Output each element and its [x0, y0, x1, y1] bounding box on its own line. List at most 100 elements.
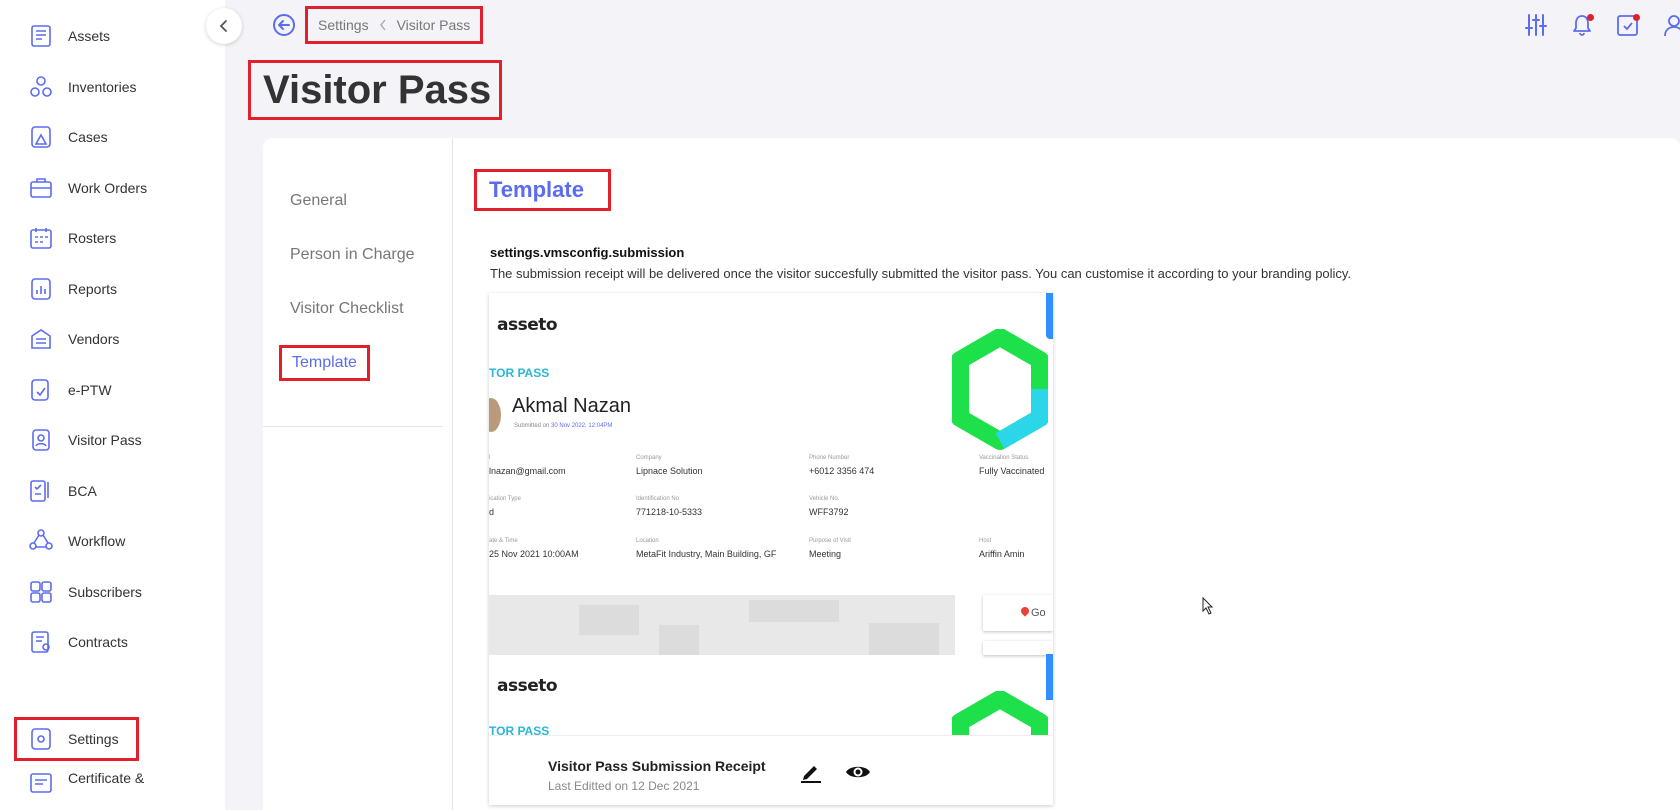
collapse-sidebar-button[interactable]: [206, 8, 242, 44]
sidebar-item-label: Certificate &: [68, 770, 145, 786]
template-last-edited: Last Editted on 12 Dec 2021: [548, 779, 700, 793]
task-dot: [1633, 14, 1640, 21]
preview-template-button[interactable]: [845, 760, 871, 784]
template-card[interactable]: asseto TOR PASS Akmal Nazan Submitted on…: [489, 293, 1053, 805]
breadcrumb: Settings Visitor Pass: [305, 6, 484, 44]
preview-field: ication Type d: [489, 496, 521, 517]
preview-logo-repeat: asseto: [497, 676, 558, 696]
sidebar-item-label: Workflow: [68, 533, 126, 549]
sidebar-item-settings[interactable]: Settings: [14, 717, 139, 761]
sidebar-item-inventories[interactable]: Inventories: [14, 65, 139, 109]
preview-field: l lnazan@gmail.com: [489, 455, 566, 476]
notification-dot: [1587, 14, 1594, 21]
sidebar-item-label: Cases: [68, 129, 108, 145]
work-orders-icon: [28, 175, 54, 201]
sidebar-item-label: Assets: [68, 28, 111, 44]
settings-icon: [28, 726, 54, 752]
breadcrumb-settings[interactable]: Settings: [318, 17, 369, 33]
sidebar-item-contracts[interactable]: Contracts: [14, 620, 139, 664]
sidebar-item-label: Work Orders: [68, 180, 148, 196]
rosters-icon: [28, 225, 54, 251]
preview-field: Purpose of Visit Meeting: [809, 538, 851, 559]
settings-menu-person-in-charge[interactable]: Person in Charge: [290, 246, 415, 264]
sidebar-item-assets[interactable]: Assets: [14, 14, 139, 58]
preview-avatar: [489, 398, 501, 432]
pencil-icon: [801, 766, 821, 783]
sidebar-item-work-orders[interactable]: Work Orders: [14, 166, 147, 210]
assets-icon: [28, 23, 54, 49]
sidebar-item-certificate[interactable]: Certificate &: [14, 770, 144, 810]
preview-map-label: Go: [983, 595, 1053, 631]
back-button[interactable]: [272, 13, 296, 37]
sidebar-item-label: Subscribers: [68, 584, 142, 600]
edit-template-button[interactable]: [799, 760, 823, 784]
sidebar: Assets Inventories Cases Work Orders Rosters…: [0, 0, 225, 810]
sidebar-item-label: Settings: [68, 731, 119, 747]
sidebar-item-rosters[interactable]: Rosters: [14, 216, 139, 260]
sidebar-item-label: Visitor Pass: [68, 432, 142, 448]
bca-icon: [28, 478, 54, 504]
eye-icon: [846, 766, 870, 778]
workflow-icon: [28, 528, 54, 554]
preview-pass-label: TOR PASS: [489, 366, 550, 380]
hexagon-logo-icon: [952, 691, 1048, 735]
sidebar-item-reports[interactable]: Reports: [14, 267, 139, 311]
sidebar-item-label: Rosters: [68, 230, 117, 246]
sidebar-item-bca[interactable]: BCA: [14, 469, 139, 513]
mouse-cursor-icon: [1202, 597, 1214, 615]
preview-pass-label-repeat: TOR PASS: [489, 724, 550, 735]
template-preview: asseto TOR PASS Akmal Nazan Submitted on…: [489, 293, 1053, 735]
sidebar-item-label: Contracts: [68, 634, 128, 650]
settings-menu-visitor-checklist[interactable]: Visitor Checklist: [290, 300, 404, 318]
sidebar-item-label: e-PTW: [68, 382, 112, 398]
subscribers-icon: [28, 579, 54, 605]
menu-divider: [263, 426, 443, 427]
chevron-left-icon: [379, 19, 386, 31]
template-key: settings.vmsconfig.submission: [490, 245, 685, 260]
header-actions: [1524, 12, 1680, 38]
user-profile-icon[interactable]: [1662, 12, 1680, 38]
sidebar-item-label: Reports: [68, 281, 118, 297]
preview-logo: asseto: [497, 315, 558, 335]
sidebar-item-subscribers[interactable]: Subscribers: [14, 570, 142, 614]
inventories-icon: [28, 74, 54, 100]
chevron-left-icon: [219, 20, 227, 32]
sidebar-item-workflow[interactable]: Workflow: [14, 519, 139, 563]
preview-field: Vehicle No. WFF3792: [809, 496, 849, 517]
sidebar-item-label: Vendors: [68, 331, 120, 347]
sidebar-item-label: Inventories: [68, 79, 137, 95]
hexagon-logo-icon: [952, 329, 1048, 450]
preview-submitted: Submitted on 30 Nov 2022, 12:04PM: [514, 423, 613, 429]
preview-map-control: [983, 641, 1053, 655]
preview-field: Phone Number +6012 3356 474: [809, 455, 875, 476]
sidebar-item-label: BCA: [68, 483, 97, 499]
cases-icon: [28, 124, 54, 150]
sidebar-item-e-ptw[interactable]: e-PTW: [14, 368, 139, 412]
preview-field: Location MetaFit Industry, Main Building,…: [636, 538, 777, 559]
sidebar-item-cases[interactable]: Cases: [14, 115, 139, 159]
notification-bell-icon[interactable]: [1570, 12, 1594, 38]
content-panel: General Person in Charge Visitor Checkli…: [263, 138, 1680, 810]
preview-visitor-name: Akmal Nazan: [512, 395, 631, 417]
sidebar-item-vendors[interactable]: Vendors: [14, 317, 139, 361]
preview-field: Vaccination Status Fully Vaccinated: [979, 455, 1045, 476]
settings-menu-template[interactable]: Template: [279, 345, 370, 381]
preview-field: Company Lipnace Solution: [636, 455, 703, 476]
settings-menu-general[interactable]: General: [290, 192, 347, 210]
filter-sliders-icon[interactable]: [1524, 12, 1548, 38]
breadcrumb-visitor-pass: Visitor Pass: [396, 17, 471, 33]
vendors-icon: [28, 326, 54, 352]
template-description: The submission receipt will be delivered…: [490, 266, 1352, 281]
contracts-icon: [28, 629, 54, 655]
page-title: Visitor Pass: [248, 60, 503, 120]
reports-icon: [28, 276, 54, 302]
arrow-left-circle-icon: [273, 14, 295, 36]
task-calendar-icon[interactable]: [1616, 12, 1640, 38]
preview-map: [489, 595, 955, 655]
settings-menu: General Person in Charge Visitor Checkli…: [263, 138, 453, 810]
preview-field: ate & Time 25 Nov 2021 10:00AM: [489, 538, 579, 559]
preview-field: Identification No 771218-10-5333: [636, 496, 703, 517]
template-card-footer: Visitor Pass Submission Receipt Last Edi…: [489, 735, 1053, 805]
sidebar-item-visitor-pass[interactable]: Visitor Pass: [14, 418, 142, 462]
template-name: Visitor Pass Submission Receipt: [548, 758, 766, 774]
